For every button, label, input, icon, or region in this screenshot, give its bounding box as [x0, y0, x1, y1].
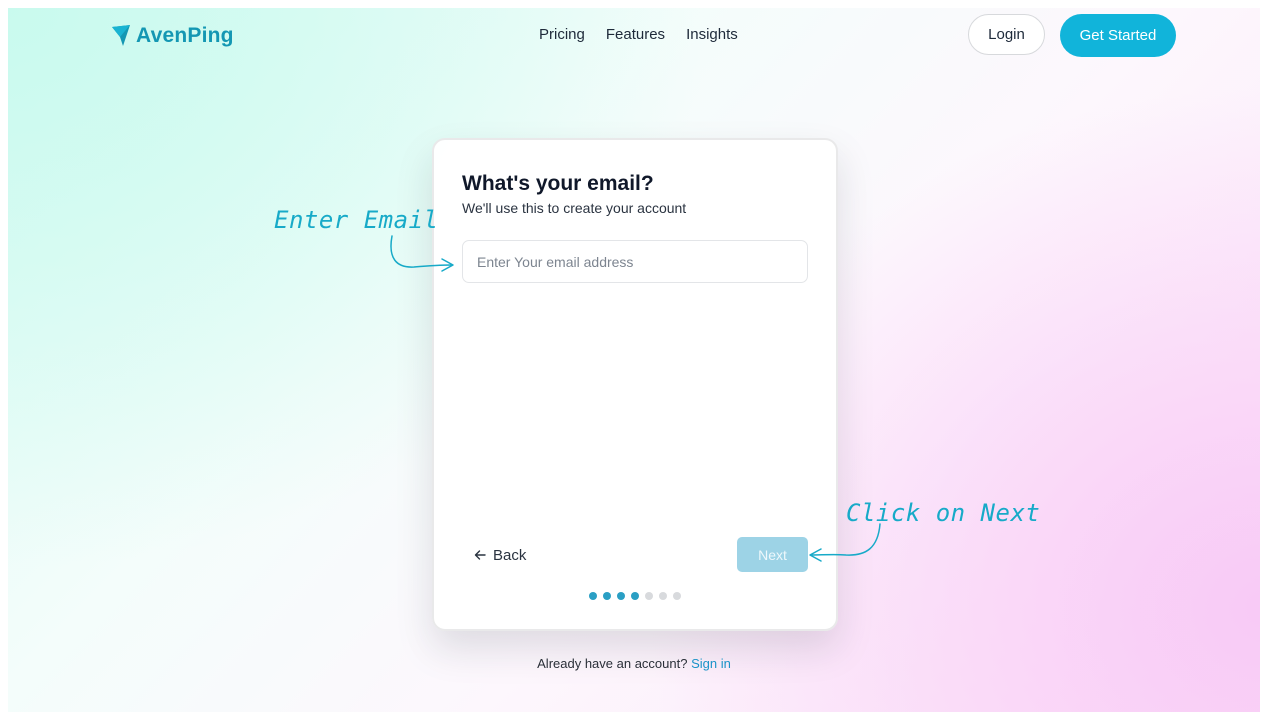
- step-dot: [603, 592, 611, 600]
- step-dot: [659, 592, 667, 600]
- page-background: AvenPing Pricing Features Insights Login…: [8, 8, 1260, 712]
- brand-name: AvenPing: [136, 24, 234, 47]
- card-title: What's your email?: [462, 172, 654, 195]
- get-started-button[interactable]: Get Started: [1060, 14, 1176, 57]
- back-label: Back: [493, 546, 527, 564]
- annotation-enter-email: Enter Email: [274, 206, 439, 234]
- arrow-left-icon: [474, 550, 486, 560]
- brand-logo[interactable]: AvenPing: [110, 24, 234, 48]
- login-button[interactable]: Login: [968, 14, 1045, 55]
- nav-link-features[interactable]: Features: [606, 26, 665, 43]
- step-dot: [673, 592, 681, 600]
- step-dot: [589, 592, 597, 600]
- step-dot: [645, 592, 653, 600]
- email-input[interactable]: [462, 240, 808, 283]
- logo-icon: [112, 25, 130, 46]
- next-button[interactable]: Next: [737, 537, 808, 572]
- card-subtitle: We'll use this to create your account: [462, 200, 687, 216]
- step-dot: [617, 592, 625, 600]
- signin-prompt-text: Already have an account?: [537, 656, 688, 671]
- annotation-arrow-next-icon: [809, 523, 881, 562]
- annotation-arrow-email-icon: [390, 235, 454, 272]
- signup-card: What's your email? We'll use this to cre…: [432, 138, 838, 631]
- step-progress-dots: [589, 592, 681, 600]
- nav-link-insights[interactable]: Insights: [686, 26, 738, 43]
- back-button[interactable]: Back: [474, 542, 526, 568]
- top-nav: Pricing Features Insights: [539, 26, 738, 43]
- signin-link[interactable]: Sign in: [691, 656, 731, 671]
- signin-prompt: Already have an account? Sign in: [8, 656, 1260, 671]
- nav-link-pricing[interactable]: Pricing: [539, 26, 585, 43]
- step-dot: [631, 592, 639, 600]
